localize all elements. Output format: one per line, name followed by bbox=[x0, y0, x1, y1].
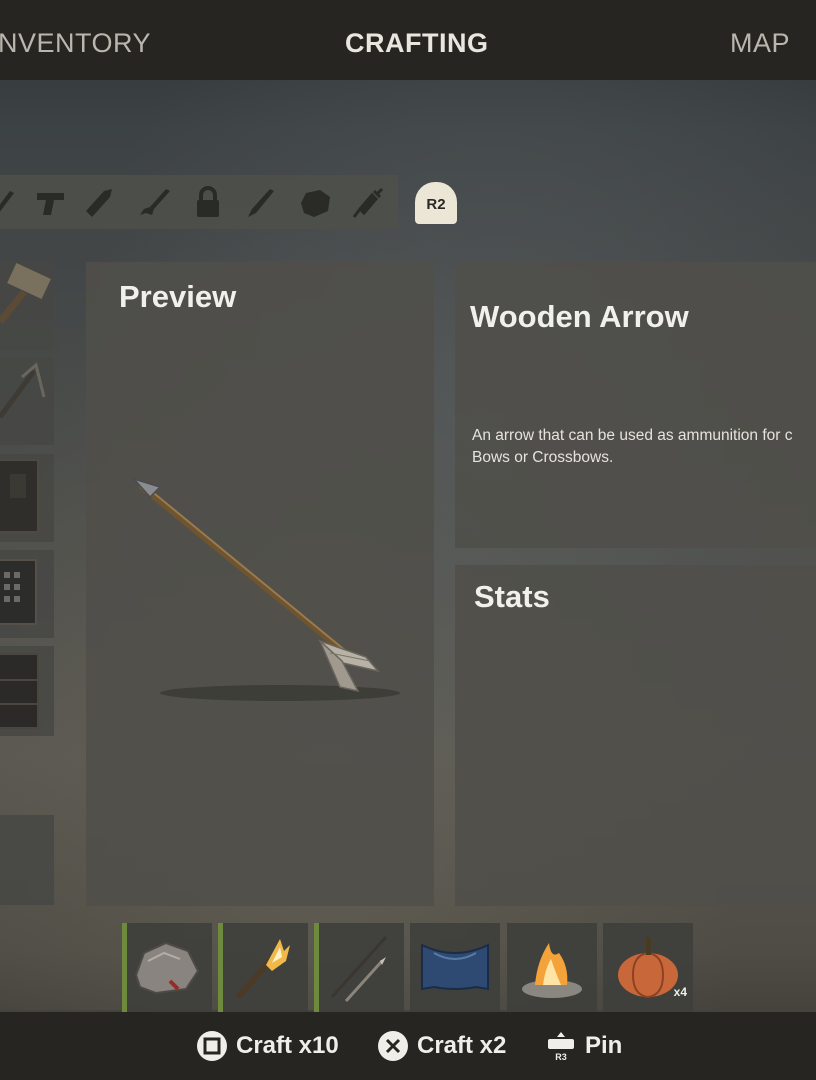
pin-action[interactable]: R3 Pin bbox=[545, 1029, 622, 1063]
stats-title: Stats bbox=[474, 579, 550, 614]
wooden-arrow-icon bbox=[131, 477, 400, 701]
pin-label: Pin bbox=[585, 1032, 623, 1059]
craft-x10-action[interactable]: Craft x10 bbox=[196, 1029, 339, 1063]
hotbar-slot-2[interactable] bbox=[218, 923, 308, 1013]
resource-icon[interactable] bbox=[296, 183, 334, 221]
next-category-button[interactable]: R2 bbox=[415, 182, 457, 224]
recipe-slot-cabinet[interactable] bbox=[0, 646, 54, 736]
campfire-icon bbox=[522, 943, 582, 998]
recipe-slot-pickaxe[interactable] bbox=[0, 357, 54, 445]
cross-button-icon bbox=[378, 1031, 408, 1061]
recipe-slot-keypad[interactable] bbox=[0, 550, 54, 638]
tab-map[interactable]: MAP bbox=[730, 28, 790, 59]
item-description-line-1: An arrow that can be used as ammunition … bbox=[472, 427, 793, 444]
stone-icon bbox=[134, 941, 200, 995]
top-nav-bar: NVENTORY CRAFTING MAP bbox=[0, 0, 816, 80]
item-name: Wooden Arrow bbox=[470, 299, 689, 334]
hotbar-slot-4[interactable] bbox=[410, 923, 500, 1013]
syringe-icon[interactable] bbox=[348, 183, 386, 221]
tab-crafting[interactable]: CRAFTING bbox=[345, 28, 488, 59]
stats-panel bbox=[455, 565, 816, 906]
hotbar-slot-3[interactable] bbox=[314, 923, 404, 1013]
recipe-slot-empty[interactable] bbox=[0, 815, 54, 905]
square-button-icon bbox=[197, 1031, 227, 1061]
tool-icon[interactable] bbox=[242, 183, 280, 221]
craft-x2-label: Craft x2 bbox=[417, 1032, 507, 1059]
ammo-icon[interactable] bbox=[80, 183, 118, 221]
cabinet-icon bbox=[0, 653, 39, 729]
hotbar-slot-1[interactable] bbox=[122, 923, 212, 1013]
item-description-line-2: Bows or Crossbows. bbox=[472, 449, 614, 466]
svg-text:R3: R3 bbox=[555, 1052, 567, 1062]
r3-button-icon: R3 bbox=[548, 1032, 574, 1062]
item-description: An arrow that can be used as ammunition … bbox=[472, 425, 816, 469]
metal-sheet-icon bbox=[421, 943, 489, 991]
hotbar-slot-6[interactable]: x4 bbox=[603, 923, 693, 1013]
keypad-icon bbox=[0, 559, 37, 625]
category-bar bbox=[0, 175, 398, 229]
rifle-icon[interactable] bbox=[136, 183, 174, 221]
craft-x2-action[interactable]: Craft x2 bbox=[377, 1029, 506, 1063]
locker-icon bbox=[0, 459, 39, 533]
hammer-icon bbox=[0, 263, 51, 325]
recipe-slot-locker[interactable] bbox=[0, 454, 54, 542]
craft-x10-label: Craft x10 bbox=[236, 1032, 339, 1059]
recipe-slot-hammer[interactable] bbox=[0, 262, 54, 350]
pickaxe-icon bbox=[0, 362, 46, 419]
lock-icon[interactable] bbox=[189, 183, 227, 221]
hotbar-slot-6-quantity: x4 bbox=[673, 985, 687, 999]
torch-icon bbox=[237, 939, 290, 998]
arrow-icon bbox=[330, 935, 388, 1003]
pistol-icon[interactable] bbox=[32, 183, 70, 221]
hotbar-slot-5[interactable] bbox=[507, 923, 597, 1013]
preview-title: Preview bbox=[119, 279, 237, 314]
weapon-icon[interactable] bbox=[0, 183, 24, 221]
tab-inventory[interactable]: NVENTORY bbox=[0, 28, 151, 59]
